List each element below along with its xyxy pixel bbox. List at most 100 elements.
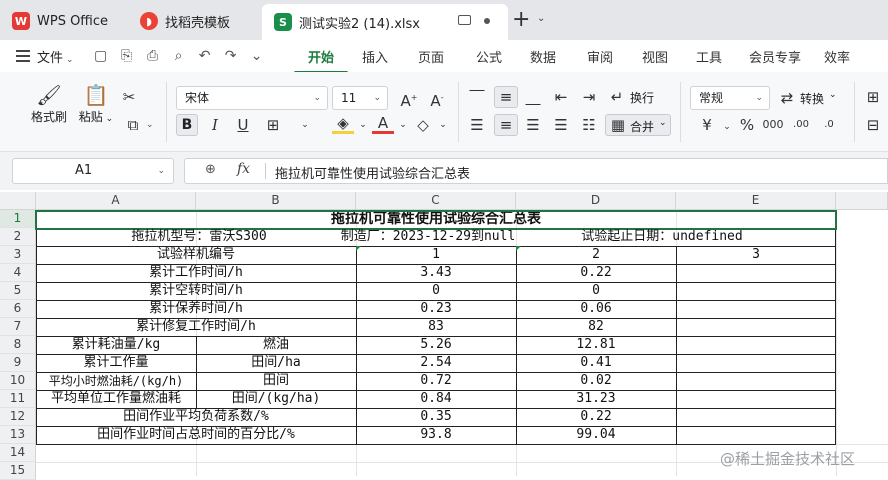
cell-row6-d[interactable]: 0.06: [516, 300, 676, 318]
cell-row8-d[interactable]: 12.81: [516, 336, 676, 354]
format-painter-button[interactable]: 🖌 格式刷: [28, 82, 70, 125]
row-header-5[interactable]: 5: [0, 282, 36, 300]
font-color-icon[interactable]: A: [372, 112, 394, 134]
italic-button[interactable]: I: [204, 114, 226, 136]
cell-row4-label[interactable]: 累计工作时间/h: [36, 264, 356, 282]
cell-row10-c[interactable]: 0.72: [356, 372, 516, 390]
row-header-6[interactable]: 6: [0, 300, 36, 318]
convert-button[interactable]: 转换: [800, 90, 824, 107]
function-fx-icon[interactable]: fx: [237, 161, 250, 177]
save-icon[interactable]: ▢: [88, 48, 114, 64]
row-header-8[interactable]: 8: [0, 336, 36, 354]
cell-row12-d[interactable]: 0.22: [516, 408, 676, 426]
fill-icon[interactable]: ⊟: [862, 114, 884, 136]
font-name-select[interactable]: 宋体 ⌄: [176, 86, 328, 110]
tab-start[interactable]: 开始: [290, 47, 352, 74]
file-menu[interactable]: 文件 ⌄: [37, 47, 74, 66]
cell-row9-b[interactable]: 田间/ha: [196, 354, 356, 372]
row-header-15[interactable]: 15: [0, 462, 36, 480]
tab-view[interactable]: 视图: [628, 47, 682, 66]
border-icon[interactable]: ⊞: [262, 114, 284, 136]
cell-row4-d[interactable]: 0.22: [516, 264, 676, 282]
row-col-icon[interactable]: ⊞: [862, 86, 884, 108]
currency-icon[interactable]: ¥: [696, 114, 718, 136]
align-top-icon[interactable]: ⎺: [466, 86, 488, 108]
screen-icon[interactable]: [458, 15, 471, 25]
print-preview-icon[interactable]: ⌕: [166, 48, 192, 64]
cut-icon[interactable]: ✂: [118, 86, 140, 108]
cell-row2-manufacturer[interactable]: 制造厂：2023-12-29到null: [312, 228, 544, 246]
cell-row5-label[interactable]: 累计空转时间/h: [36, 282, 356, 300]
row-header-12[interactable]: 12: [0, 408, 36, 426]
formula-input[interactable]: ⊕ fx 拖拉机可靠性使用试验综合汇总表: [184, 158, 888, 184]
cell-row11-a[interactable]: 平均单位工作量燃油耗: [36, 390, 196, 408]
indent-decrease-icon[interactable]: ⇤: [550, 86, 572, 108]
export-icon[interactable]: ⎘: [114, 48, 140, 64]
indent-increase-icon[interactable]: ⇥: [578, 86, 600, 108]
cell-row13-label[interactable]: 田间作业时间占总时间的百分比/%: [36, 426, 356, 444]
print-icon[interactable]: ⎙: [140, 48, 166, 64]
paste-button[interactable]: 📋 粘贴 ⌄: [76, 82, 116, 125]
cell-row8-a[interactable]: 累计耗油量/kg: [36, 336, 196, 354]
cell-row2-dates[interactable]: 试验起止日期：undefined: [544, 228, 780, 246]
row-header-11[interactable]: 11: [0, 390, 36, 408]
cell-row13-c[interactable]: 93.8: [356, 426, 516, 444]
merge-button[interactable]: 合并: [630, 118, 654, 135]
cell-row5-d[interactable]: 0: [516, 282, 676, 300]
cell-row10-d[interactable]: 0.02: [516, 372, 676, 390]
align-left-icon[interactable]: ☰: [466, 114, 488, 136]
zoom-icon[interactable]: ⊕: [205, 162, 216, 177]
increase-decimal-icon[interactable]: .00: [790, 114, 812, 136]
tab-data[interactable]: 数据: [514, 47, 572, 66]
align-right-icon[interactable]: ☰: [522, 114, 544, 136]
cell-row12-c[interactable]: 0.35: [356, 408, 516, 426]
select-all-corner[interactable]: [0, 192, 36, 210]
convert-chevron-icon[interactable]: ⌄: [829, 90, 837, 100]
row-header-9[interactable]: 9: [0, 354, 36, 372]
tab-daoke-templates[interactable]: ◗ 找稻壳模板: [128, 6, 258, 36]
tab-list-chevron-icon[interactable]: ⌄: [537, 13, 545, 24]
copy-chevron-icon[interactable]: ⌄: [146, 120, 154, 130]
percent-icon[interactable]: %: [736, 114, 758, 136]
eraser-chevron-icon[interactable]: ⌄: [432, 114, 454, 136]
merge-chevron-icon[interactable]: ⌄: [659, 118, 667, 128]
more-chevron-icon[interactable]: ⌄: [244, 48, 270, 64]
column-header-d[interactable]: D: [516, 192, 676, 210]
undo-icon[interactable]: ↶: [192, 48, 218, 64]
cell-row6-label[interactable]: 累计保养时间/h: [36, 300, 356, 318]
cell-row6-c[interactable]: 0.23: [356, 300, 516, 318]
tab-formula[interactable]: 公式: [464, 47, 514, 66]
fill-color-icon[interactable]: ◈: [332, 112, 354, 134]
align-bottom-icon[interactable]: ⎽: [522, 86, 544, 108]
convert-icon[interactable]: ⇄: [776, 87, 798, 109]
new-tab-plus-icon[interactable]: +: [512, 8, 530, 32]
column-header-c[interactable]: C: [356, 192, 516, 210]
increase-font-icon[interactable]: A+: [398, 87, 420, 110]
spreadsheet-grid[interactable]: A B C D E 1 2 3 4 5 6 7 8 9 10 11 12 13 …: [0, 192, 888, 480]
cell-row7-c[interactable]: 83: [356, 318, 516, 336]
cell-row11-c[interactable]: 0.84: [356, 390, 516, 408]
cell-row9-c[interactable]: 2.54: [356, 354, 516, 372]
tab-review[interactable]: 审阅: [572, 47, 628, 66]
cell-row3-label[interactable]: 试验样机编号: [36, 246, 356, 264]
tab-wps-office[interactable]: W WPS Office: [0, 6, 124, 36]
decrease-font-icon[interactable]: A-: [426, 87, 448, 110]
cell-row13-d[interactable]: 99.04: [516, 426, 676, 444]
eraser-icon[interactable]: ◇: [412, 114, 434, 136]
wrap-icon[interactable]: ↵: [606, 86, 628, 108]
cell-row7-label[interactable]: 累计修复工作时间/h: [36, 318, 356, 336]
decrease-decimal-icon[interactable]: .0: [818, 114, 840, 136]
font-size-select[interactable]: 11 ⌄: [332, 86, 388, 110]
cell-row9-d[interactable]: 0.41: [516, 354, 676, 372]
tab-insert[interactable]: 插入: [352, 47, 398, 66]
tab-page[interactable]: 页面: [398, 47, 464, 66]
tab-efficiency[interactable]: 效率: [814, 47, 860, 66]
cell-row4-c[interactable]: 3.43: [356, 264, 516, 282]
border-chevron-icon[interactable]: ⌄: [294, 114, 316, 136]
cell-row3-c[interactable]: 1: [356, 246, 516, 264]
tab-member[interactable]: 会员专享: [736, 47, 814, 66]
row-header-10[interactable]: 10: [0, 372, 36, 390]
cell-row12-label[interactable]: 田间作业平均负荷系数/%: [36, 408, 356, 426]
cell-row3-e[interactable]: 3: [676, 246, 836, 264]
cell-row11-b[interactable]: 田间/(kg/ha): [196, 390, 356, 408]
